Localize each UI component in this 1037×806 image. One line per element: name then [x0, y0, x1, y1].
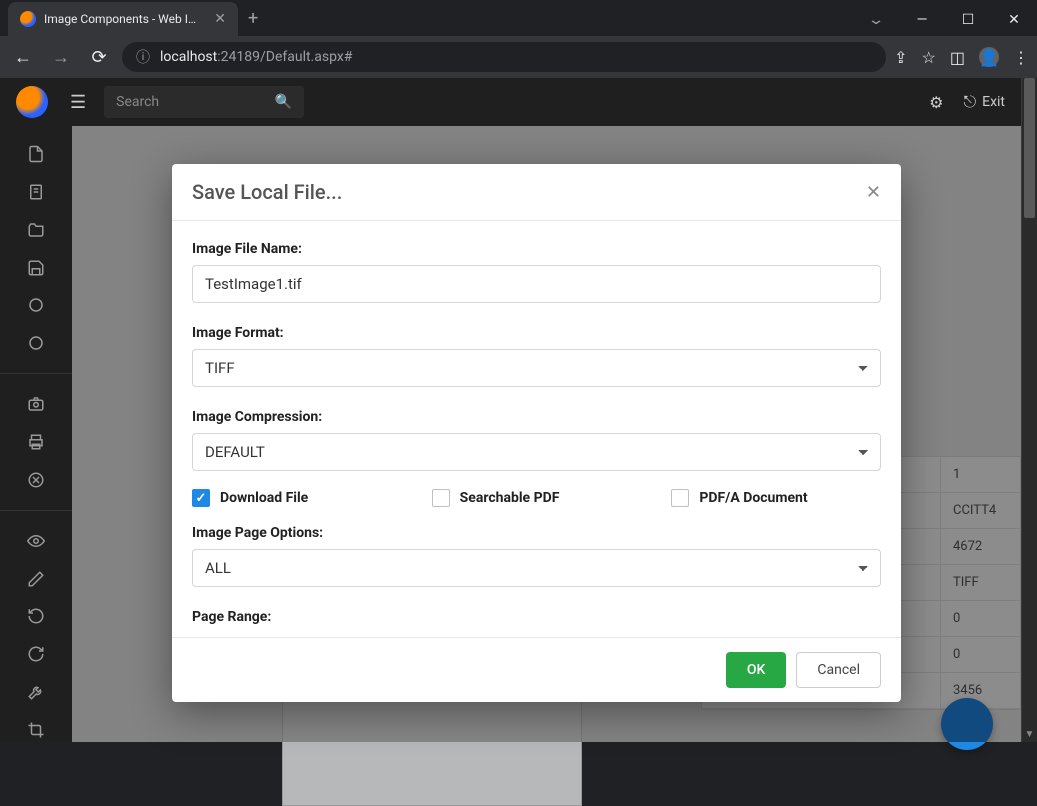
rail-camera-icon[interactable]	[16, 392, 56, 416]
compression-select[interactable]: DEFAULT	[192, 433, 881, 471]
file-name-label: Image File Name:	[192, 241, 881, 257]
url-host: localhost	[160, 49, 217, 65]
rail-separator	[0, 373, 72, 374]
app-logo-icon	[16, 86, 48, 118]
profile-icon[interactable]: 👤	[979, 47, 999, 67]
pdfa-checkbox[interactable]: PDF/A Document	[671, 489, 881, 507]
forward-button[interactable]: →	[46, 47, 76, 68]
ok-button[interactable]: OK	[726, 652, 787, 688]
file-name-input[interactable]	[192, 265, 881, 303]
hamburger-icon[interactable]: ☰	[70, 92, 86, 113]
rail-circle1-icon[interactable]	[16, 293, 56, 317]
left-rail	[0, 126, 72, 742]
app-viewport: ☰ Search 🔍 ⚙ ⎋ Exit	[0, 78, 1021, 742]
window-controls: ⌄ ― ☐ ✕	[853, 4, 1037, 36]
rail-document-icon[interactable]	[16, 180, 56, 204]
app-body: 1 CCITT4 4672 TIFF 0 Photometric Interpr…	[0, 126, 1021, 742]
page-scrollbar[interactable]: ▲ ▼	[1021, 78, 1037, 742]
rail-redo-icon[interactable]	[16, 642, 56, 666]
format-select[interactable]: TIFF	[192, 349, 881, 387]
checkbox-row: ✓ Download File Searchable PDF PDF/A Doc…	[192, 489, 881, 507]
rail-edit-icon[interactable]	[16, 567, 56, 591]
address-bar: ← → ⟳ ⓘ localhost:24189/Default.aspx# ⇪ …	[0, 36, 1037, 78]
searchable-pdf-checkbox[interactable]: Searchable PDF	[432, 489, 642, 507]
exit-button[interactable]: ⎋ Exit	[963, 92, 1005, 112]
page-range-label: Page Range:	[192, 609, 881, 625]
rail-file-icon[interactable]	[16, 142, 56, 166]
content-area: 1 CCITT4 4672 TIFF 0 Photometric Interpr…	[72, 126, 1021, 742]
compression-label: Image Compression:	[192, 409, 881, 425]
tab-bar: Image Components - Web Image ✕ + ⌄ ― ☐ ✕	[0, 0, 1037, 36]
browser-tab[interactable]: Image Components - Web Image ✕	[8, 2, 238, 36]
format-label: Image Format:	[192, 325, 881, 341]
search-icon[interactable]: 🔍	[275, 94, 292, 110]
menu-icon[interactable]: ⋮	[1013, 48, 1029, 67]
search-placeholder: Search	[116, 94, 159, 110]
rail-delete-icon[interactable]	[16, 468, 56, 492]
modal-body: Image File Name: Image Format: TIFF Imag…	[172, 221, 901, 637]
rail-folder-icon[interactable]	[16, 218, 56, 242]
app-topbar: ☰ Search 🔍 ⚙ ⎋ Exit	[0, 78, 1021, 126]
back-button[interactable]: ←	[8, 47, 38, 68]
new-tab-button[interactable]: +	[238, 8, 268, 29]
panel-icon[interactable]: ◫	[950, 48, 965, 67]
maximize-button[interactable]: ☐	[945, 4, 991, 36]
searchable-pdf-label: Searchable PDF	[460, 490, 560, 506]
browser-chrome: Image Components - Web Image ✕ + ⌄ ― ☐ ✕…	[0, 0, 1037, 78]
page-options-label: Image Page Options:	[192, 525, 881, 541]
url-path: :24189/Default.aspx#	[217, 49, 352, 65]
rail-separator-2	[0, 510, 72, 511]
pdfa-label: PDF/A Document	[699, 490, 807, 506]
chevron-down-icon[interactable]: ⌄	[842, 4, 911, 36]
settings-icon[interactable]: ⚙	[929, 93, 943, 112]
exit-icon: ⎋	[963, 92, 976, 112]
scrollbar-thumb[interactable]	[1024, 78, 1035, 218]
checkbox-unchecked-icon	[432, 489, 450, 507]
save-file-modal: Save Local File... ✕ Image File Name: Im…	[172, 164, 901, 702]
cancel-button[interactable]: Cancel	[796, 652, 881, 688]
url-input[interactable]: ⓘ localhost:24189/Default.aspx#	[122, 42, 886, 72]
favicon-icon	[20, 11, 36, 27]
rail-save-icon[interactable]	[16, 256, 56, 280]
rail-view-icon[interactable]	[16, 529, 56, 553]
rail-print-icon[interactable]	[16, 430, 56, 454]
rail-wrench-icon[interactable]	[16, 680, 56, 704]
close-icon[interactable]: ✕	[866, 182, 881, 203]
download-file-label: Download File	[220, 490, 308, 506]
reload-button[interactable]: ⟳	[84, 47, 114, 68]
share-icon[interactable]: ⇪	[894, 48, 907, 67]
info-icon[interactable]: ⓘ	[136, 47, 150, 67]
download-file-checkbox[interactable]: ✓ Download File	[192, 489, 402, 507]
rail-circle2-icon[interactable]	[16, 331, 56, 355]
rail-undo-icon[interactable]	[16, 604, 56, 628]
scroll-down-icon[interactable]: ▼	[1022, 729, 1037, 740]
bookmark-icon[interactable]: ☆	[922, 48, 936, 67]
checkbox-unchecked-icon	[671, 489, 689, 507]
checkbox-checked-icon: ✓	[192, 489, 210, 507]
rail-crop-icon[interactable]	[16, 718, 56, 742]
modal-header: Save Local File... ✕	[172, 164, 901, 221]
page-options-select[interactable]: ALL	[192, 549, 881, 587]
exit-label: Exit	[982, 94, 1005, 110]
close-window-button[interactable]: ✕	[991, 4, 1037, 36]
modal-title: Save Local File...	[192, 180, 342, 204]
close-tab-icon[interactable]: ✕	[214, 11, 226, 27]
tab-title: Image Components - Web Image	[44, 12, 206, 26]
search-input[interactable]: Search 🔍	[104, 86, 304, 118]
modal-footer: OK Cancel	[172, 637, 901, 702]
